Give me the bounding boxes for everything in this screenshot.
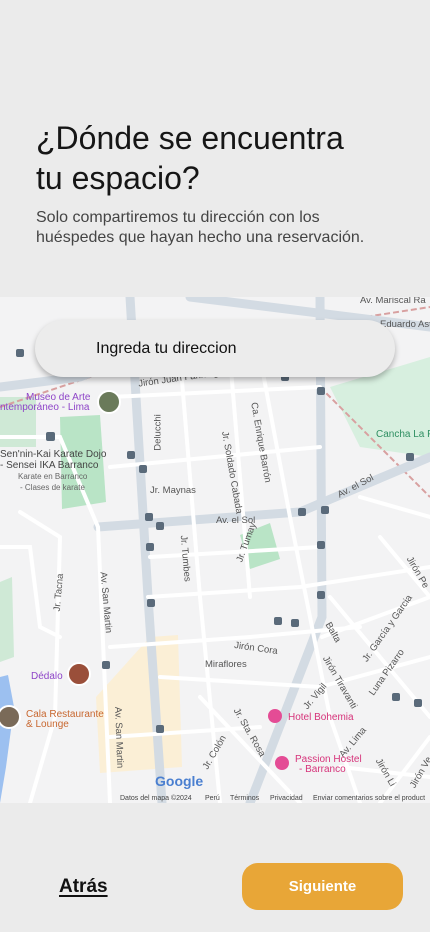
bus-stop-icon — [16, 349, 24, 357]
passion-hostel-marker-icon — [275, 756, 289, 770]
bus-stop-icon — [321, 506, 329, 514]
poi-dedalo-label[interactable]: Dédalo — [31, 671, 63, 682]
attribution-feedback-link[interactable]: Enviar comentarios sobre el product — [313, 795, 425, 802]
coast-water — [0, 675, 14, 803]
bus-stop-icon — [291, 619, 299, 627]
attribution-terms-link[interactable]: Términos — [230, 795, 259, 802]
bus-stop-icon — [147, 599, 155, 607]
poi-cala-line2: & Lounge — [26, 719, 69, 730]
poi-karate-line1: Sen'nin-Kai Karate Dojo — [0, 449, 107, 460]
bus-stop-icon — [145, 513, 153, 521]
attribution-country-link[interactable]: Perú — [205, 795, 220, 802]
page-subtitle: Solo compartiremos tu dirección con los … — [36, 208, 406, 247]
bus-stop-icon — [156, 725, 164, 733]
poi-cala-label[interactable]: Cala Restaurante & Lounge — [26, 710, 104, 730]
address-search-input[interactable] — [35, 320, 395, 377]
bus-stop-icon — [414, 699, 422, 707]
museo-marker-icon — [97, 390, 121, 414]
street-label: Jr. Maynas — [150, 485, 196, 496]
cala-marker-icon — [0, 705, 21, 729]
bus-stop-icon — [274, 617, 282, 625]
poi-museo-line2: ntemporáneo - Lima — [0, 402, 90, 413]
page-subtitle-line1: Solo compartiremos tu dirección con los — [36, 209, 320, 226]
bus-stop-icon — [102, 661, 110, 669]
bus-stop-icon — [127, 451, 135, 459]
bus-stop-icon — [46, 432, 55, 441]
map-attribution: Datos del mapa ©2024 Perú Términos Priva… — [0, 794, 430, 804]
bus-stop-icon — [139, 465, 147, 473]
page-subtitle-line2: huéspedes que hayan hecho una reservació… — [36, 228, 365, 246]
road — [358, 495, 430, 519]
google-logo: Google — [155, 773, 204, 789]
street-label: Av. Mariscal Ra — [360, 297, 426, 306]
poi-karate-line2: - Sensei IKA Barranco — [0, 460, 99, 471]
bus-stop-icon — [392, 693, 400, 701]
hotel-bohemia-marker-icon — [268, 709, 282, 723]
bus-stop-icon — [146, 543, 154, 551]
poi-karate-line4: - Clases de karate — [20, 483, 85, 492]
poi-karate-line3: Karate en Barranco — [18, 472, 88, 481]
road — [18, 510, 63, 803]
bus-stop-icon — [156, 522, 164, 530]
bus-stop-icon — [406, 453, 414, 461]
bus-stop-icon — [317, 541, 325, 549]
poi-bohemia-label[interactable]: Hotel Bohemia — [288, 712, 354, 723]
bus-stop-icon — [317, 591, 325, 599]
attribution-data: Datos del mapa ©2024 — [120, 795, 192, 802]
page-title-line1: ¿Dónde se encuentra — [36, 120, 344, 156]
attribution-privacy-link[interactable]: Privacidad — [270, 795, 303, 802]
page-title-line2: tu espacio? — [36, 160, 200, 196]
next-button[interactable]: Siguiente — [242, 863, 403, 910]
bus-stop-icon — [298, 508, 306, 516]
bus-stop-icon — [317, 387, 325, 395]
poi-museo-label[interactable]: Museo de Arte ntemporáneo - Lima — [0, 393, 90, 413]
street-label: Delucchi — [152, 414, 164, 451]
street-label: Miraflores — [205, 659, 247, 670]
poi-cancha-label[interactable]: Cancha La F — [376, 429, 430, 440]
poi-passion-label[interactable]: Passion Hostel - Barranco — [295, 755, 362, 775]
park-area — [0, 577, 14, 662]
page-title: ¿Dónde se encuentra tu espacio? — [36, 118, 406, 198]
poi-passion-line2: - Barranco — [299, 764, 346, 775]
dedalo-marker-icon — [67, 662, 91, 686]
poi-karate-label[interactable]: Sen'nin-Kai Karate Dojo - Sensei IKA Bar… — [0, 449, 106, 493]
back-link[interactable]: Atrás — [59, 876, 108, 898]
street-label: Av. San Martin — [112, 706, 126, 769]
